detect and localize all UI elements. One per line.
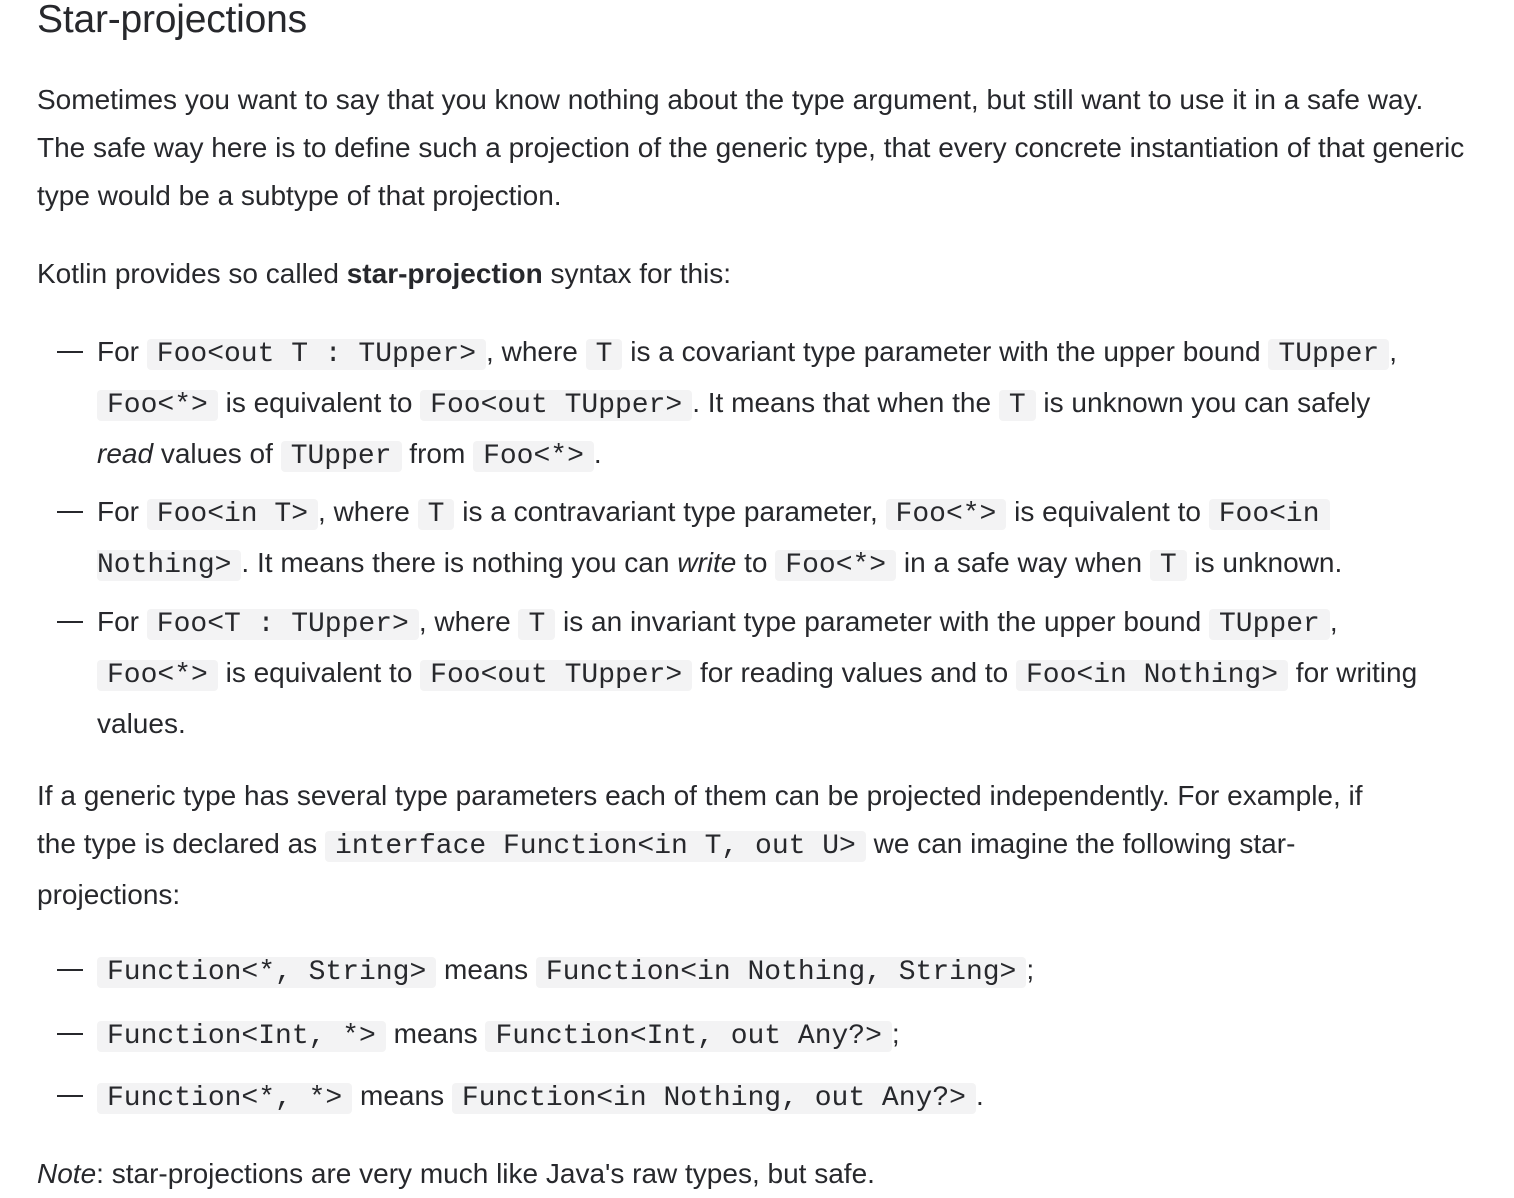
- kotlin-prefix: Kotlin provides so called: [37, 258, 347, 289]
- code-snippet: TUpper: [280, 441, 402, 472]
- dash-bullet: [57, 598, 83, 646]
- dash-bullet: [57, 946, 83, 994]
- code-snippet: T: [518, 609, 556, 640]
- note-paragraph: Note: star-projections are very much lik…: [37, 1150, 1467, 1198]
- line: If a generic type has several type param…: [37, 780, 1363, 811]
- line: read values of TUpper from Foo<*>.: [97, 438, 602, 472]
- code-snippet: Nothing>: [97, 550, 242, 581]
- code-snippet: Foo<in: [1208, 499, 1330, 530]
- code-snippet: Function<in Nothing, String>: [535, 957, 1027, 988]
- code-snippet: interface Function<in T, out U>: [324, 831, 866, 862]
- list-item-contravariant: For Foo<in T>, where T is a contravarian…: [57, 488, 1477, 590]
- code-snippet: Foo<out TUpper>: [420, 390, 693, 421]
- code-snippet: Function<Int, out Any?>: [485, 1021, 892, 1052]
- kotlin-syntax-paragraph: Kotlin provides so called star-projectio…: [37, 250, 1467, 298]
- code-snippet: Foo<T : TUpper>: [146, 609, 419, 640]
- code-snippet: T: [585, 339, 623, 370]
- line: For Foo<out T : TUpper>, where T is a co…: [97, 336, 1398, 370]
- note-text: : star-projections are very much like Ja…: [96, 1158, 875, 1189]
- list-item-covariant: For Foo<out T : TUpper>, where T is a co…: [57, 328, 1477, 481]
- code-snippet: Foo<*>: [775, 550, 897, 581]
- code-snippet: Foo<*>: [97, 660, 218, 691]
- code-snippet: T: [1149, 550, 1187, 581]
- code-snippet: T: [417, 499, 455, 530]
- code-snippet: Function<in Nothing, out Any?>: [451, 1083, 976, 1114]
- line: For Foo<T : TUpper>, where T is an invar…: [97, 606, 1338, 640]
- star-projection-term: star-projection: [346, 258, 543, 289]
- dash-bullet: [57, 328, 83, 376]
- code-snippet: Foo<*>: [473, 441, 594, 472]
- example-item: Function<*, *> means Function<in Nothing…: [57, 1072, 1477, 1123]
- line: For Foo<in T>, where T is a contravarian…: [97, 488, 1477, 539]
- code-snippet: Foo<out TUpper>: [420, 660, 693, 691]
- code-snippet: TUpper: [1268, 339, 1390, 370]
- example-item: Function<Int, *> means Function<Int, out…: [57, 1010, 1477, 1061]
- code-snippet: Function<*, *>: [97, 1083, 353, 1114]
- code-snippet: TUpper: [1208, 609, 1330, 640]
- code-snippet: Function<*, String>: [97, 957, 437, 988]
- line: projections:: [37, 879, 181, 910]
- code-snippet: Function<Int, *>: [97, 1021, 386, 1052]
- intro-paragraph: Sometimes you want to say that you know …: [37, 84, 1465, 211]
- emphasis-write: write: [677, 547, 737, 578]
- code-snippet: Foo<in T>: [146, 499, 319, 530]
- code-snippet: Foo<in Nothing>: [1015, 660, 1289, 691]
- kotlin-suffix: syntax for this:: [542, 258, 732, 289]
- multi-param-paragraph: If a generic type has several type param…: [37, 772, 1467, 919]
- example-item: Function<*, String> means Function<in No…: [57, 946, 1477, 997]
- code-snippet: Foo<out T : TUpper>: [146, 339, 487, 370]
- dash-bullet: [57, 488, 83, 536]
- code-snippet: Foo<*>: [97, 390, 218, 421]
- dash-bullet: [57, 1072, 83, 1120]
- note-label: Note: [37, 1158, 97, 1189]
- emphasis-read: read: [97, 438, 154, 469]
- code-snippet: T: [998, 390, 1036, 421]
- code-snippet: Foo<*>: [885, 499, 1007, 530]
- list-item-invariant: For Foo<T : TUpper>, where T is an invar…: [57, 598, 1477, 748]
- line: values.: [97, 708, 186, 739]
- line: Foo<*> is equivalent to Foo<out TUpper>.…: [97, 379, 1477, 430]
- line: Nothing>. It means there is nothing you …: [97, 547, 1343, 581]
- line: the type is declared as interface Functi…: [37, 828, 1296, 862]
- line: Foo<*> is equivalent to Foo<out TUpper> …: [97, 649, 1477, 700]
- dash-bullet: [57, 1010, 83, 1058]
- section-heading: Star-projections: [37, 0, 307, 41]
